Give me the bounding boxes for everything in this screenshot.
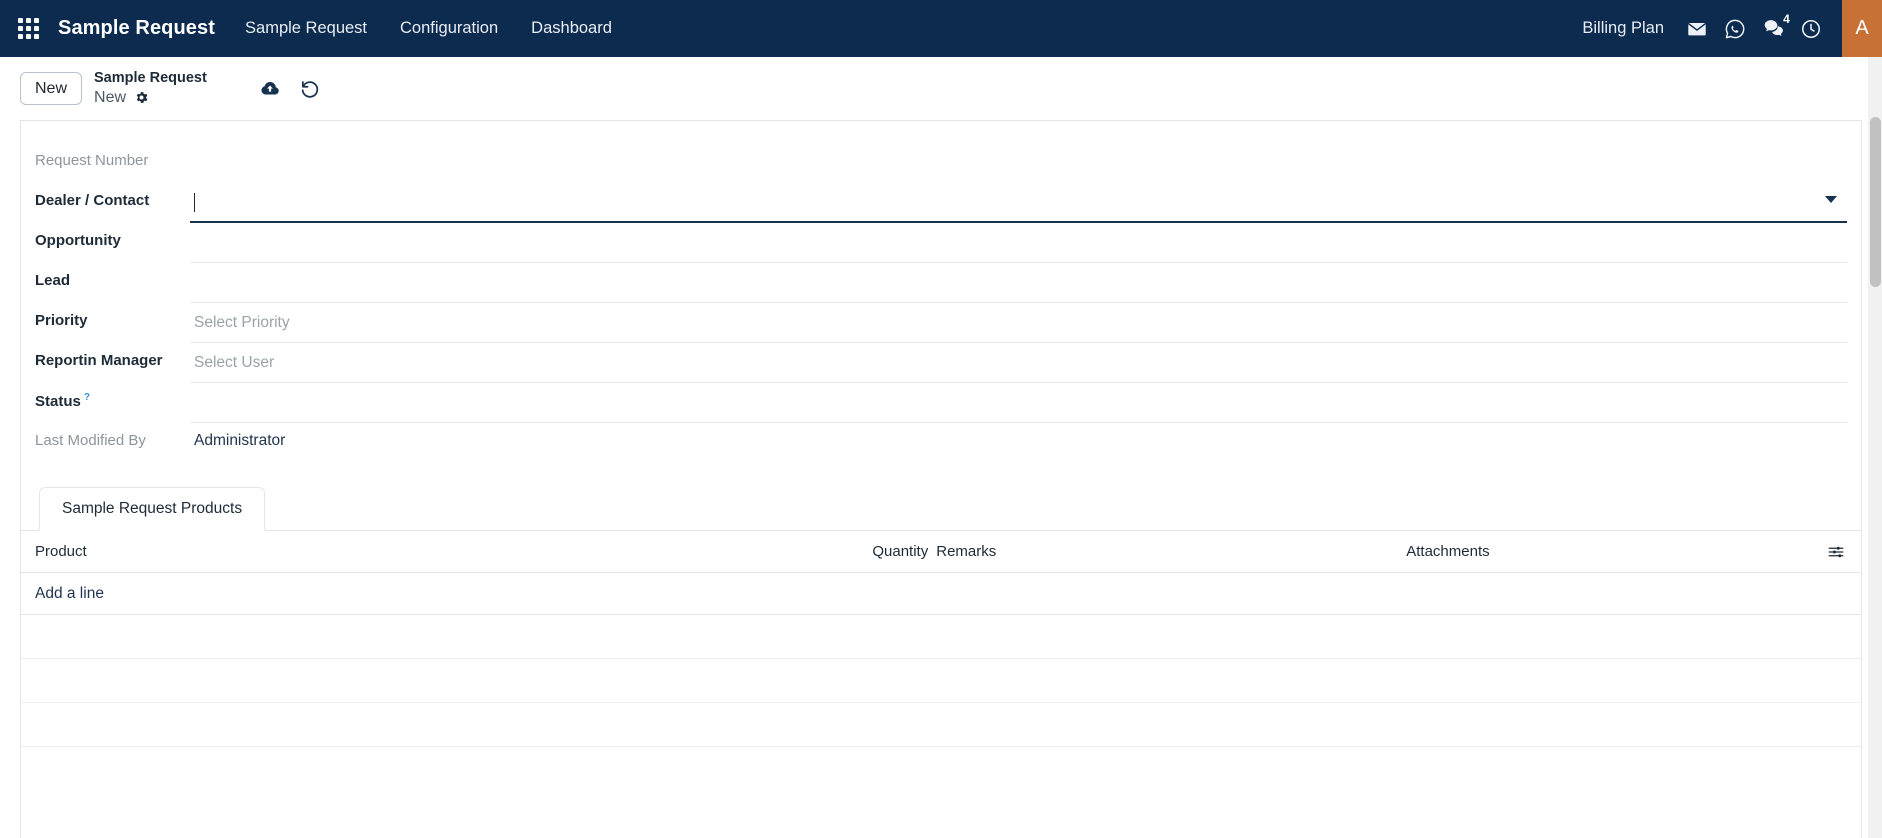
field-label-reporting-manager: Reportin Manager <box>35 352 163 369</box>
field-control-priority[interactable]: Select Priority <box>190 303 1847 343</box>
grid-header-row: Product Quantity Remarks Attachments <box>21 531 1861 573</box>
dealer-contact-input[interactable] <box>190 183 1847 223</box>
field-label-status: Status? <box>35 383 190 412</box>
field-value-request-number <box>190 143 1847 152</box>
status-label-text: Status <box>35 393 81 410</box>
field-label-opportunity: Opportunity <box>35 232 121 249</box>
chat-icon[interactable]: 4 <box>1756 10 1795 46</box>
field-label-request-number: Request Number <box>35 152 149 169</box>
lead-input[interactable] <box>190 263 1847 303</box>
grid-empty-row <box>21 703 1861 747</box>
tab-sample-request-products[interactable]: Sample Request Products <box>39 487 266 531</box>
field-control-reporting-manager[interactable]: Select User <box>190 343 1847 383</box>
apps-grid-icon[interactable] <box>18 17 40 40</box>
field-control-request-number[interactable] <box>190 143 1847 152</box>
opportunity-input[interactable] <box>190 223 1847 263</box>
page-subtitle: New <box>94 88 127 106</box>
grid-column-attachments: Attachments <box>1406 543 1490 560</box>
field-row-priority: Priority Select Priority <box>35 303 1847 343</box>
field-row-lead: Lead <box>35 263 1847 303</box>
help-icon[interactable]: ? <box>84 392 90 403</box>
form-body: Request Number Dealer / Contact Opportun… <box>21 121 1861 463</box>
page-header: New Sample Request New <box>0 57 1882 120</box>
grid-empty-row <box>21 615 1861 659</box>
page-title: Sample Request <box>94 69 207 86</box>
nav-item-dashboard[interactable]: Dashboard <box>531 19 612 38</box>
nav-item-sample-request[interactable]: Sample Request <box>245 19 367 38</box>
priority-select[interactable]: Select Priority <box>190 303 1847 343</box>
page-scrollbar-track[interactable] <box>1868 57 1882 838</box>
grid-column-product: Product <box>35 543 87 560</box>
grid-empty-row <box>21 659 1861 703</box>
field-label-dealer-contact: Dealer / Contact <box>35 192 150 209</box>
page-scrollbar-thumb[interactable] <box>1870 117 1881 287</box>
avatar[interactable]: A <box>1842 0 1882 57</box>
undo-icon[interactable] <box>299 78 321 100</box>
form-card: Request Number Dealer / Contact Opportun… <box>20 120 1862 838</box>
billing-plan-link[interactable]: Billing Plan <box>1582 19 1664 38</box>
grid-column-quantity: Quantity <box>872 543 929 560</box>
field-control-last-modified-by: Administrator <box>190 423 1847 450</box>
navbar-left: Sample Request Sample Request Configurat… <box>12 17 645 40</box>
priority-placeholder: Select Priority <box>194 313 290 331</box>
add-a-line-button[interactable]: Add a line <box>21 573 1861 615</box>
chevron-down-icon[interactable] <box>1825 196 1837 203</box>
field-row-status: Status? <box>35 383 1847 423</box>
field-label-priority: Priority <box>35 312 88 329</box>
reporting-manager-placeholder: Select User <box>194 353 275 371</box>
nav-item-configuration[interactable]: Configuration <box>400 19 498 38</box>
field-row-opportunity: Opportunity <box>35 223 1847 263</box>
field-value-last-modified-by: Administrator <box>194 432 286 449</box>
field-control-lead[interactable] <box>190 263 1847 303</box>
field-label-lead: Lead <box>35 272 71 289</box>
field-control-dealer-contact[interactable] <box>190 183 1847 223</box>
whatsapp-icon[interactable] <box>1718 12 1752 46</box>
field-row-dealer-contact: Dealer / Contact <box>35 183 1847 223</box>
page-subtitle-row: New <box>94 88 207 108</box>
field-row-last-modified-by: Last Modified By Administrator <box>35 423 1847 463</box>
new-button[interactable]: New <box>20 71 83 106</box>
page-header-actions <box>259 78 321 100</box>
breadcrumb: Sample Request New <box>94 70 207 107</box>
sliders-icon[interactable] <box>1827 543 1847 561</box>
status-select[interactable] <box>190 383 1847 423</box>
sample-request-products-grid: Product Quantity Remarks Attachments Add… <box>21 531 1861 747</box>
field-row-reporting-manager: Reportin Manager Select User <box>35 343 1847 383</box>
field-row-request-number: Request Number <box>35 143 1847 183</box>
navbar-right: Billing Plan 4 A <box>1582 0 1882 57</box>
gear-icon[interactable] <box>134 90 149 105</box>
field-control-status[interactable] <box>190 383 1847 423</box>
cloud-upload-icon[interactable] <box>259 78 281 100</box>
chat-badge: 4 <box>1778 10 1795 28</box>
reporting-manager-input[interactable]: Select User <box>190 343 1847 383</box>
clock-icon[interactable] <box>1794 12 1828 46</box>
top-navbar: Sample Request Sample Request Configurat… <box>0 0 1882 57</box>
field-label-last-modified-by: Last Modified By <box>35 432 146 449</box>
grid-column-remarks: Remarks <box>936 543 997 560</box>
tab-bar: Sample Request Products <box>21 487 1861 531</box>
field-control-opportunity[interactable] <box>190 223 1847 263</box>
mail-icon[interactable] <box>1680 12 1714 46</box>
navbar-brand[interactable]: Sample Request <box>58 17 215 40</box>
text-cursor <box>194 192 195 212</box>
